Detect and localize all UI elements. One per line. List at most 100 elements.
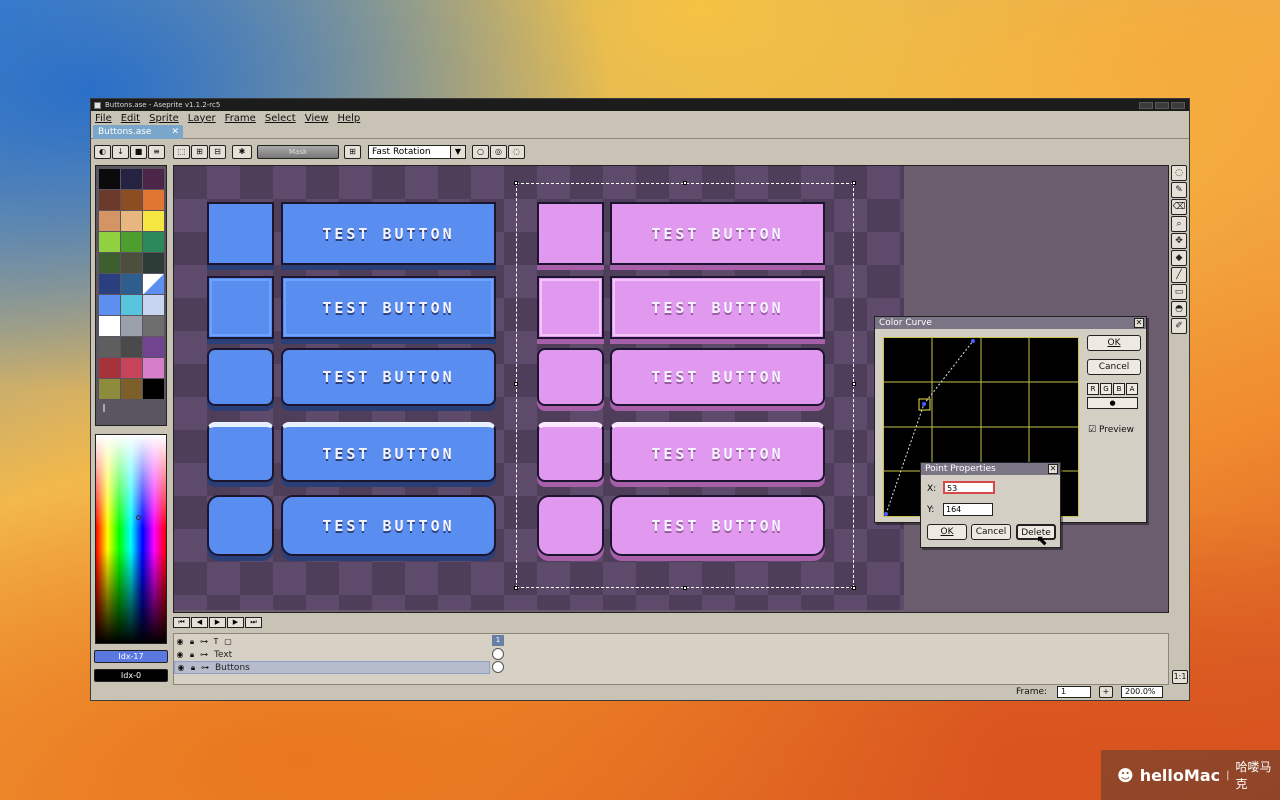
lock-icon[interactable]: 🔒︎ (186, 636, 198, 647)
channel-toggle-icon[interactable]: ● (1087, 397, 1138, 409)
palette-swatch[interactable] (143, 316, 164, 336)
point-ok-button[interactable]: OK (927, 524, 967, 540)
chevron-down-icon[interactable]: ▼ (450, 145, 466, 159)
selection-handle[interactable] (852, 382, 856, 386)
preview-checkbox[interactable]: ☑ Preview (1088, 425, 1134, 435)
selection-replace-icon[interactable]: ⬚ (173, 145, 190, 159)
selection-handle[interactable] (683, 181, 687, 185)
eraser-tool-icon[interactable]: ⌫ (1171, 199, 1187, 215)
close-window-button[interactable] (1171, 101, 1185, 109)
mask-button[interactable]: Mask (257, 145, 339, 159)
maximize-button[interactable] (1155, 101, 1169, 109)
selection-add-icon[interactable]: ⊞ (191, 145, 208, 159)
transform-icon[interactable]: ◌ (508, 145, 525, 159)
selection-handle[interactable] (852, 586, 856, 590)
layer-row-text[interactable]: ◉ 🔒︎ ⊶ Text (174, 648, 490, 661)
play-icon[interactable]: ▶ (209, 617, 226, 628)
selection-marquee[interactable] (514, 181, 856, 590)
palette-swatch[interactable] (143, 337, 164, 357)
palette-swatch[interactable] (99, 190, 120, 210)
palette-swatch[interactable] (143, 190, 164, 210)
zoom-tool-icon[interactable]: ⌕ (1171, 216, 1187, 232)
palette-swatch[interactable] (143, 169, 164, 189)
text-tool-icon[interactable]: T (210, 636, 222, 647)
pivot-icon[interactable]: ⊞ (344, 145, 361, 159)
menu-edit[interactable]: Edit (121, 113, 140, 124)
palette-swatch[interactable] (99, 232, 120, 252)
selection-handle[interactable] (852, 181, 856, 185)
last-frame-icon[interactable]: ⏭ (245, 617, 262, 628)
cel-text[interactable] (492, 648, 504, 660)
palette-swatch[interactable] (143, 232, 164, 252)
palette-swatch[interactable] (99, 211, 120, 231)
checkbox-icon[interactable]: ☑ (1088, 425, 1096, 435)
menu-layer[interactable]: Layer (188, 113, 216, 124)
eye-icon[interactable]: ◉ (175, 662, 187, 673)
link-icon[interactable]: ⊶ (199, 662, 211, 673)
eye-icon[interactable]: ◉ (174, 636, 186, 647)
selection-subtract-icon[interactable]: ⊟ (209, 145, 226, 159)
palette-swatch[interactable] (143, 253, 164, 273)
curve-ok-button[interactable]: OK (1087, 335, 1141, 351)
channel-g[interactable]: G (1100, 383, 1112, 395)
add-frame-icon[interactable]: + (1099, 686, 1113, 698)
palette-swatch[interactable] (121, 190, 142, 210)
palette-swatch[interactable] (99, 295, 120, 315)
palette-swatch[interactable] (121, 211, 142, 231)
brush-type-icon[interactable]: ◐ (94, 145, 111, 159)
menu-frame[interactable]: Frame (225, 113, 256, 124)
palette-swatch[interactable] (121, 379, 142, 399)
tab-buttons-ase[interactable]: Buttons.ase ✕ (93, 125, 183, 139)
eye-icon[interactable]: ◉ (174, 649, 186, 660)
palette-swatch[interactable] (143, 211, 164, 231)
menu-view[interactable]: View (305, 113, 329, 124)
marquee-tool-icon[interactable]: ◌ (1171, 165, 1187, 181)
palette-swatch[interactable] (99, 358, 120, 378)
channel-r[interactable]: R (1087, 383, 1099, 395)
palette-swatch[interactable] (143, 358, 164, 378)
selection-handle[interactable] (514, 586, 518, 590)
move-tool-icon[interactable]: ✥ (1171, 233, 1187, 249)
zoom-input[interactable]: 200.0% (1121, 686, 1163, 698)
pencil-tool-icon[interactable]: ✎ (1171, 182, 1187, 198)
sprite-canvas[interactable]: TEST BUTTON TEST BUTTON TEST BUTTON TEST… (174, 166, 904, 610)
channel-b[interactable]: B (1113, 383, 1125, 395)
lock-icon[interactable]: 🔒︎ (187, 662, 199, 673)
selection-handle[interactable] (683, 586, 687, 590)
menu-select[interactable]: Select (265, 113, 296, 124)
rotation-algorithm-select[interactable]: Fast Rotation ▼ (368, 145, 466, 159)
minimize-button[interactable] (1139, 101, 1153, 109)
channel-a[interactable]: A (1126, 383, 1138, 395)
palette-swatch[interactable] (121, 295, 142, 315)
palette-swatch[interactable] (99, 169, 120, 189)
layer-row-buttons[interactable]: ◉ 🔒︎ ⊶ Buttons (174, 661, 490, 674)
first-frame-icon[interactable]: ⏮ (173, 617, 190, 628)
ink-menu-icon[interactable]: ≡ (148, 145, 165, 159)
opaque-icon[interactable]: ○ (472, 145, 489, 159)
cel-buttons[interactable] (492, 661, 504, 673)
rotate-icon[interactable]: ◎ (490, 145, 507, 159)
frame-header-1[interactable]: 1 (492, 635, 504, 646)
lock-icon[interactable]: 🔒︎ (186, 649, 198, 660)
link-icon[interactable]: ⊶ (198, 649, 210, 660)
blur-tool-icon[interactable]: ✐ (1171, 318, 1187, 334)
palette-swatch[interactable] (121, 232, 142, 252)
palette-swatch[interactable] (121, 316, 142, 336)
y-input[interactable]: 164 (943, 503, 993, 516)
color-spectrum[interactable] (95, 434, 167, 644)
palette-swatch[interactable] (99, 274, 120, 294)
palette-swatch[interactable] (143, 379, 164, 399)
prev-frame-icon[interactable]: ◀ (191, 617, 208, 628)
background-color-button[interactable]: Idx-0 (94, 669, 168, 682)
x-input[interactable]: 53 (943, 481, 995, 494)
link-icon[interactable]: ⊶ (198, 636, 210, 647)
palette-swatch[interactable] (121, 253, 142, 273)
close-tab-icon[interactable]: ✕ (171, 125, 179, 139)
rectangle-tool-icon[interactable]: ▭ (1171, 284, 1187, 300)
palette-swatch[interactable] (99, 316, 120, 336)
selection-handle[interactable] (514, 382, 518, 386)
palette-swatch[interactable] (99, 337, 120, 357)
zoom-reset-icon[interactable]: 1:1 (1172, 670, 1188, 684)
palette-resize-grip-icon[interactable]: ‖ (99, 403, 163, 412)
palette-swatch[interactable] (99, 253, 120, 273)
